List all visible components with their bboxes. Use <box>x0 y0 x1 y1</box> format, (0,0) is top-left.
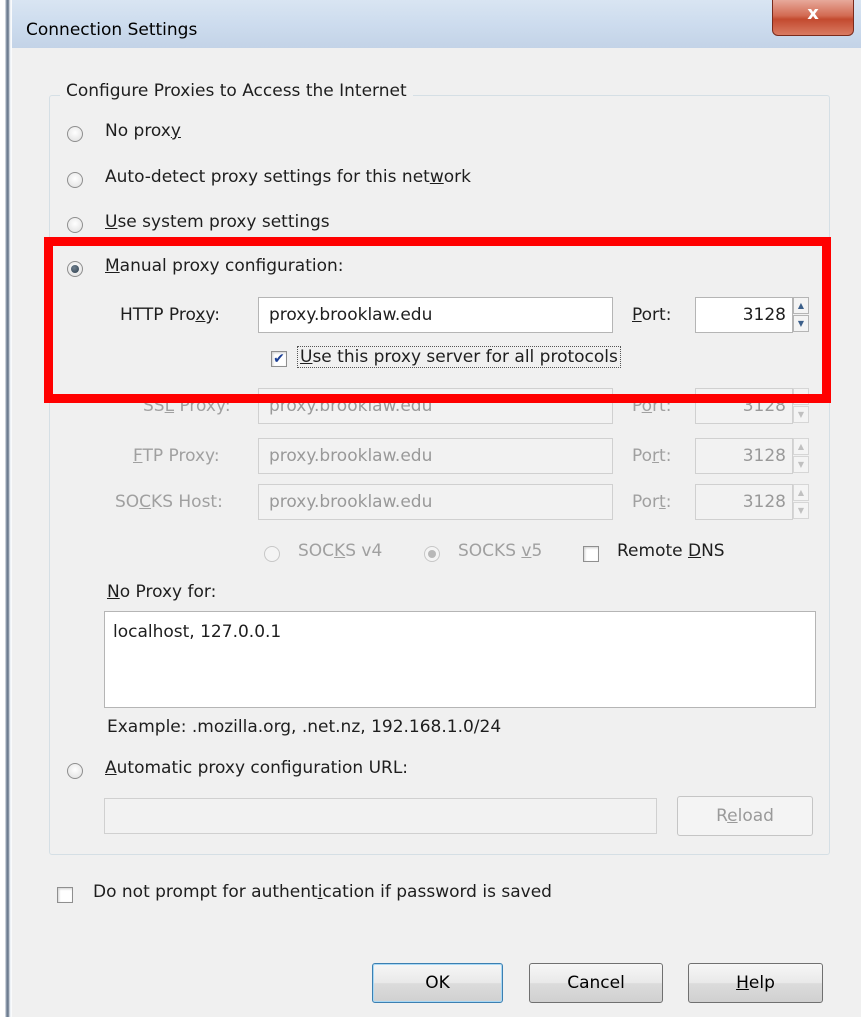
socks-port-input[interactable]: 3128 <box>695 484 793 520</box>
close-button[interactable]: x <box>772 0 854 36</box>
help-button[interactable]: Help <box>688 963 823 1003</box>
ftp-port-down-icon[interactable]: ▼ <box>793 456 809 473</box>
group-legend: Configure Proxies to Access the Internet <box>60 81 413 101</box>
system-proxy-label[interactable]: Use system proxy settings <box>105 212 330 232</box>
auto-detect-radio[interactable] <box>67 172 83 188</box>
close-icon: x <box>807 3 819 24</box>
socks-port-down-icon[interactable]: ▼ <box>793 502 809 519</box>
no-proxy-for-textarea[interactable]: localhost, 127.0.0.1 <box>104 611 816 708</box>
socks-port-up-icon[interactable]: ▲ <box>793 484 809 501</box>
no-auth-prompt-checkbox[interactable] <box>57 887 73 903</box>
no-proxy-radio[interactable] <box>67 126 83 142</box>
ssl-port-down-icon[interactable]: ▼ <box>793 406 809 423</box>
cancel-button[interactable]: Cancel <box>529 963 663 1003</box>
ftp-proxy-input[interactable]: proxy.brooklaw.edu <box>258 438 613 474</box>
reload-button[interactable]: Reload <box>677 796 813 836</box>
window-title: Connection Settings <box>26 20 198 40</box>
example-text: Example: .mozilla.org, .net.nz, 192.168.… <box>107 717 502 737</box>
ftp-proxy-label: FTP Proxy: <box>133 446 220 466</box>
ftp-port-up-icon[interactable]: ▲ <box>793 438 809 455</box>
socks-host-label: SOCKS Host: <box>115 492 223 512</box>
window-left-edge <box>0 0 12 1017</box>
no-auth-prompt-label[interactable]: Do not prompt for authentication if pass… <box>93 882 552 902</box>
system-proxy-radio[interactable] <box>67 217 83 233</box>
socks-v5-label[interactable]: SOCKS v5 <box>458 541 542 561</box>
socks-port-label: Port: <box>632 492 672 512</box>
socks-v5-radio[interactable] <box>424 546 440 562</box>
highlight-annotation <box>44 237 831 403</box>
remote-dns-label[interactable]: Remote DNS <box>617 541 725 561</box>
proxy-group-box <box>49 95 830 855</box>
remote-dns-checkbox[interactable] <box>583 546 599 562</box>
no-proxy-for-label: No Proxy for: <box>107 582 217 602</box>
auto-detect-label[interactable]: Auto-detect proxy settings for this netw… <box>105 167 471 187</box>
socks-v4-radio[interactable] <box>264 546 280 562</box>
socks-host-input[interactable]: proxy.brooklaw.edu <box>258 484 613 520</box>
auto-url-input[interactable] <box>104 798 657 834</box>
auto-url-radio[interactable] <box>67 763 83 779</box>
auto-url-label[interactable]: Automatic proxy configuration URL: <box>105 758 408 778</box>
ftp-port-input[interactable]: 3128 <box>695 438 793 474</box>
socks-v4-label[interactable]: SOCKS v4 <box>298 541 382 561</box>
ok-button[interactable]: OK <box>372 963 503 1003</box>
no-proxy-label[interactable]: No proxy <box>105 121 181 141</box>
ftp-port-label: Port: <box>632 446 672 466</box>
